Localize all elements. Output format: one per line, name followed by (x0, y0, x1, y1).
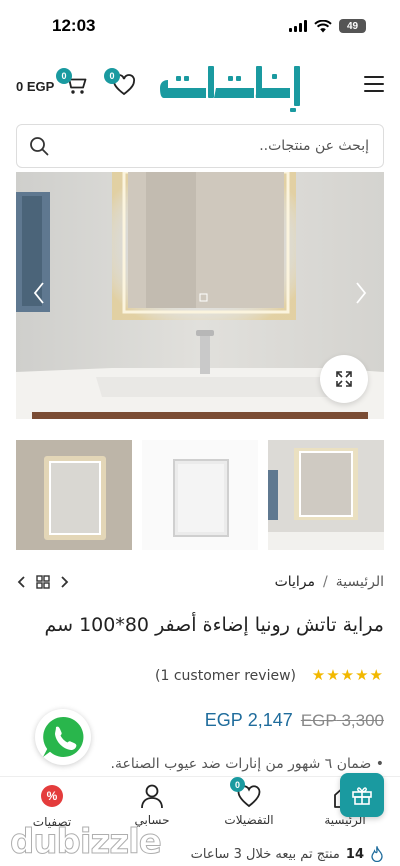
breadcrumb-home[interactable]: الرئيسية (336, 574, 384, 590)
menu-button[interactable] (364, 76, 384, 94)
prev-product-icon[interactable] (16, 574, 28, 590)
signal-icon (289, 20, 307, 32)
nav-account[interactable]: حسابي (112, 783, 192, 827)
gallery-prev-arrow[interactable] (32, 280, 46, 306)
thumbnail-2-image (142, 440, 258, 550)
product-title: مراية تاتش رونيا إضاءة أصفر 80*100 سم (44, 614, 384, 636)
gallery-next-arrow[interactable] (354, 280, 368, 306)
price-current: 2,147 EGP (204, 710, 293, 730)
search-icon[interactable] (29, 136, 49, 156)
thumbnail-strip (16, 440, 384, 550)
gift-icon (352, 787, 372, 805)
price-row: 3,300 EGP 2,147 EGP (205, 710, 384, 731)
nav-favorites[interactable]: 0 التفضيلات (209, 777, 289, 827)
next-product-icon[interactable] (58, 574, 70, 590)
favorites-heart-icon: 0 (230, 777, 262, 809)
status-icons: 49 (289, 19, 366, 33)
logo-icon (160, 66, 300, 112)
whatsapp-button[interactable] (35, 709, 91, 765)
dubizzle-watermark: dubizzle (10, 822, 163, 863)
sale-badge: % (41, 785, 63, 807)
user-icon (139, 783, 165, 809)
sales-text: منتج تم بيعه خلال 3 ساعات (190, 846, 340, 862)
thumbnail-1-image (16, 440, 132, 550)
cart-button[interactable]: 0 (56, 68, 90, 98)
warranty-note: • ضمان ٦ شهور من إنارات ضد عيوب الصناعة. (110, 756, 384, 772)
breadcrumb: الرئيسية / مرايات (275, 574, 384, 590)
wifi-icon (314, 19, 332, 32)
status-bar: 12:03 49 (0, 0, 400, 54)
site-header: 0 EGP 0 0 (0, 54, 400, 118)
review-link[interactable]: (1 customer review) (155, 668, 296, 684)
search-bar (16, 124, 384, 168)
search-input[interactable] (69, 125, 369, 167)
nav-favorites-label: التفضيلات (224, 813, 274, 827)
sales-banner: 14 منتج تم بيعه خلال 3 ساعات (191, 846, 384, 862)
product-nav (16, 574, 70, 590)
offers-icon: % (39, 785, 65, 811)
whatsapp-icon (43, 716, 84, 757)
breadcrumb-separator: / (323, 574, 328, 590)
sales-count: 14 (345, 846, 364, 862)
battery-icon: 49 (339, 19, 366, 33)
rating-row: ★★★★★ (1 customer review) (16, 666, 384, 688)
grid-icon[interactable] (36, 575, 50, 589)
thumbnail-1[interactable] (16, 440, 132, 550)
status-time: 12:03 (52, 16, 96, 35)
favorites-count-badge: 0 (230, 777, 245, 792)
thumbnail-2[interactable] (142, 440, 258, 550)
wishlist-count-badge: 0 (104, 68, 120, 84)
rating-stars: ★★★★★ (311, 666, 384, 684)
zoom-button[interactable] (320, 355, 368, 403)
thumbnail-3[interactable] (268, 440, 384, 550)
cart-total[interactable]: 0 EGP (16, 79, 54, 94)
breadcrumb-row: الرئيسية / مرايات (16, 572, 384, 596)
product-main-image[interactable] (16, 172, 384, 419)
site-logo[interactable] (154, 58, 304, 114)
breadcrumb-current[interactable]: مرايات (275, 574, 315, 590)
wishlist-button[interactable]: 0 (104, 68, 138, 98)
fire-icon (371, 846, 383, 862)
thumbnail-3-image (268, 440, 384, 550)
cart-count-badge: 0 (56, 68, 72, 84)
price-old: 3,300 EGP (300, 711, 384, 730)
expand-icon (336, 371, 352, 387)
gift-button[interactable] (340, 773, 384, 817)
